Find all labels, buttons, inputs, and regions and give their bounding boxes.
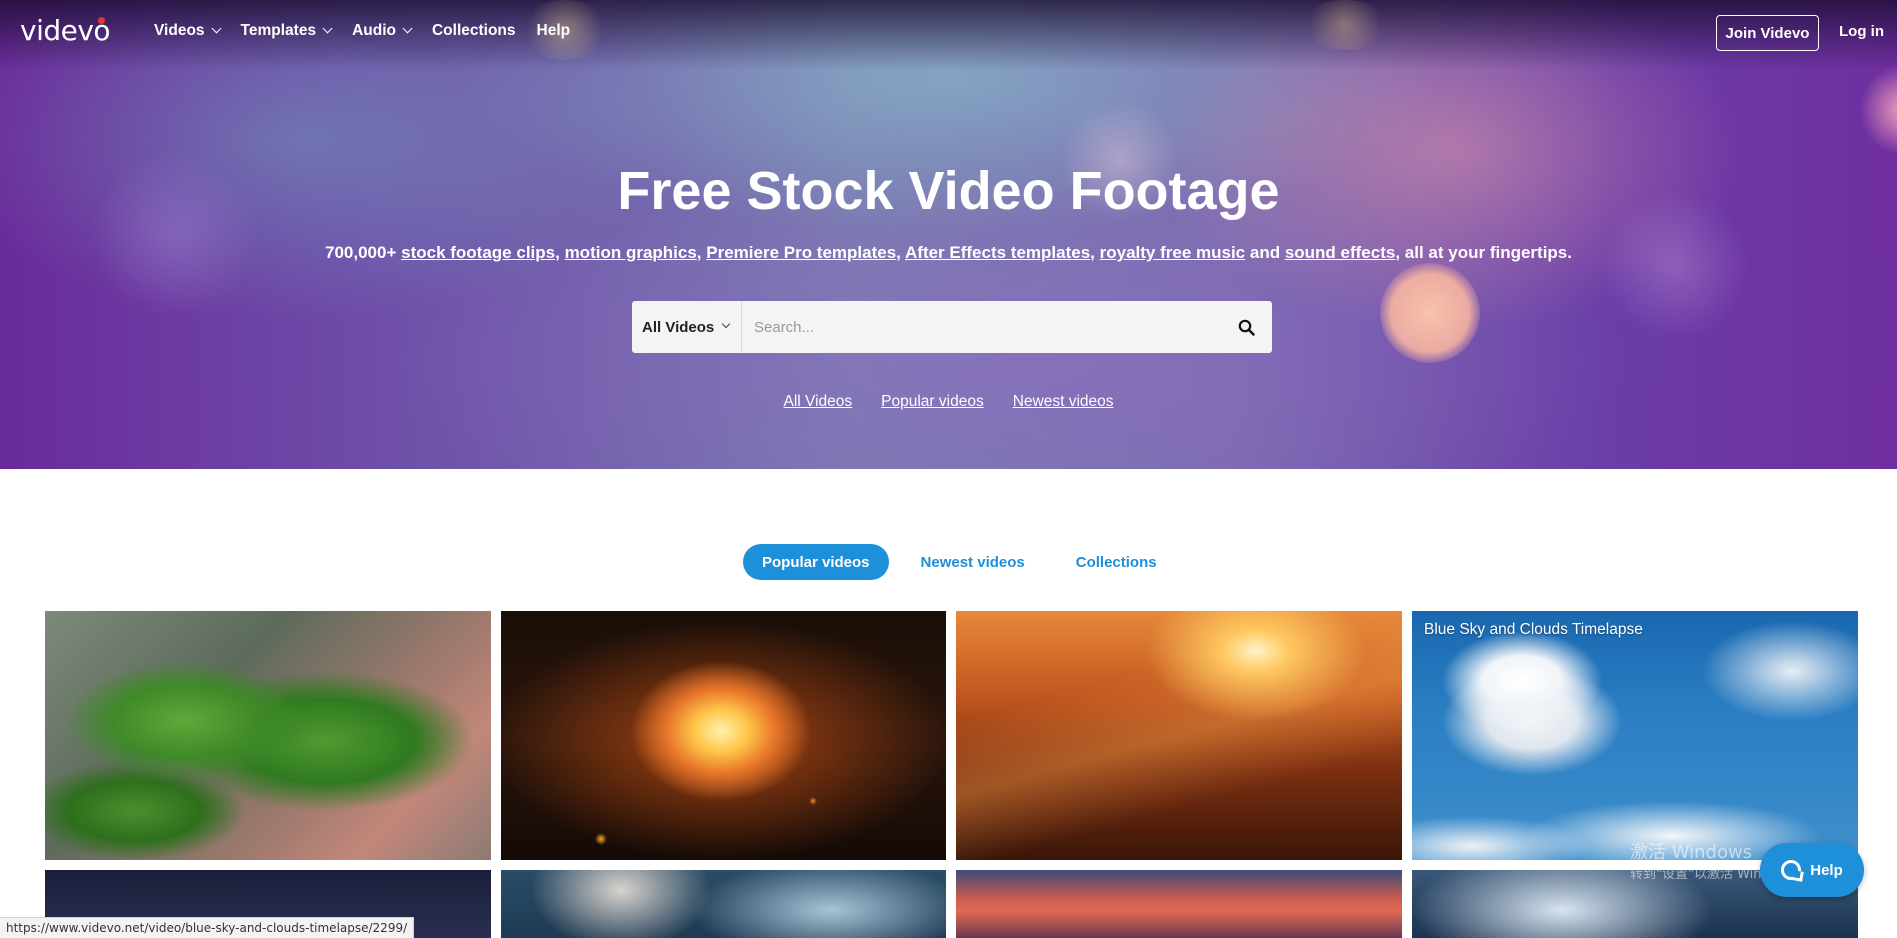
help-widget-label: Help: [1810, 861, 1843, 879]
quick-link-all-videos[interactable]: All Videos: [784, 393, 853, 411]
nav-item-label: Help: [536, 22, 571, 39]
login-link[interactable]: Log in: [1839, 23, 1884, 40]
subtitle-text: and: [1245, 243, 1285, 262]
chevron-down-icon: [322, 23, 333, 33]
subtitle-text: ,: [1090, 243, 1100, 262]
chevron-down-icon: [211, 23, 221, 33]
search-input[interactable]: [742, 301, 1220, 353]
motion-graphics-link[interactable]: motion graphics: [565, 243, 697, 262]
hero-subtitle: 700,000+ stock footage clips, motion gra…: [0, 243, 1897, 263]
tab-newest-videos[interactable]: Newest videos: [921, 554, 1025, 571]
nav-item-audio[interactable]: Audio: [352, 22, 413, 40]
royalty-free-music-link[interactable]: royalty free music: [1100, 243, 1246, 262]
video-thumbnail[interactable]: [956, 870, 1402, 938]
video-thumbnail[interactable]: [501, 611, 946, 860]
nav-item-label: Audio: [352, 22, 396, 39]
page-title: Free Stock Video Footage: [617, 161, 1280, 221]
quick-link-newest-videos[interactable]: Newest videos: [1013, 393, 1114, 411]
video-thumbnail[interactable]: Blue Sky and Clouds Timelapse: [1412, 611, 1858, 860]
chevron-down-icon: [722, 319, 731, 329]
hero-banner: videvo Videos Templates Audio Collection…: [0, 0, 1897, 469]
video-thumbnail[interactable]: [501, 870, 946, 938]
chevron-down-icon: [402, 23, 413, 33]
sound-effects-link[interactable]: sound effects: [1285, 243, 1396, 262]
nav-item-collections[interactable]: Collections: [432, 22, 516, 40]
subtitle-text: ,: [696, 243, 707, 262]
nav-item-label: Videos: [154, 22, 205, 39]
video-thumbnail[interactable]: [956, 611, 1402, 860]
bokeh-light: [1860, 65, 1897, 155]
help-widget-button[interactable]: Help: [1760, 843, 1864, 897]
video-tabs: Popular videos Newest videos Collections: [743, 544, 1157, 580]
subtitle-text: ,: [896, 243, 905, 262]
logo-dot-icon: [98, 17, 106, 24]
nav-item-help[interactable]: Help: [537, 22, 571, 40]
subtitle-text: ,: [555, 243, 565, 262]
logo-text: videvo: [20, 14, 111, 47]
video-thumbnail[interactable]: [45, 611, 491, 860]
nav-item-label: Collections: [431, 22, 516, 39]
nav-item-label: Templates: [240, 22, 317, 39]
after-effects-templates-link[interactable]: After Effects templates: [905, 243, 1090, 262]
search-icon: [1238, 319, 1255, 336]
search-category-label: All Videos: [642, 318, 715, 336]
subtitle-text: , all at your fingertips.: [1395, 243, 1572, 262]
join-button[interactable]: Join Videvo: [1716, 15, 1819, 51]
premiere-templates-link[interactable]: Premiere Pro templates: [706, 243, 896, 262]
nav-item-templates[interactable]: Templates: [240, 22, 333, 40]
videvo-logo[interactable]: videvo: [20, 14, 117, 47]
bokeh-light: [1380, 263, 1480, 363]
subtitle-text: 700,000+: [325, 243, 402, 262]
nav-menu: Videos Templates Audio Collections Help: [154, 22, 591, 40]
chat-bubble-icon: [1781, 860, 1802, 880]
video-title: Blue Sky and Clouds Timelapse: [1424, 621, 1643, 638]
tab-collections[interactable]: Collections: [1076, 554, 1157, 571]
nav-item-videos[interactable]: Videos: [154, 22, 221, 40]
quick-link-popular-videos[interactable]: Popular videos: [881, 393, 984, 411]
quick-links: All Videos Popular videos Newest videos: [0, 393, 1897, 411]
search-category-select[interactable]: All Videos: [632, 301, 742, 353]
search-button[interactable]: [1220, 301, 1272, 353]
status-bar-url: https://www.videvo.net/video/blue-sky-an…: [0, 917, 415, 938]
stock-footage-link[interactable]: stock footage clips: [401, 243, 555, 262]
top-nav: videvo Videos Templates Audio Collection…: [0, 0, 1897, 66]
tab-popular-videos[interactable]: Popular videos: [743, 544, 889, 580]
search-bar: All Videos: [632, 301, 1272, 353]
